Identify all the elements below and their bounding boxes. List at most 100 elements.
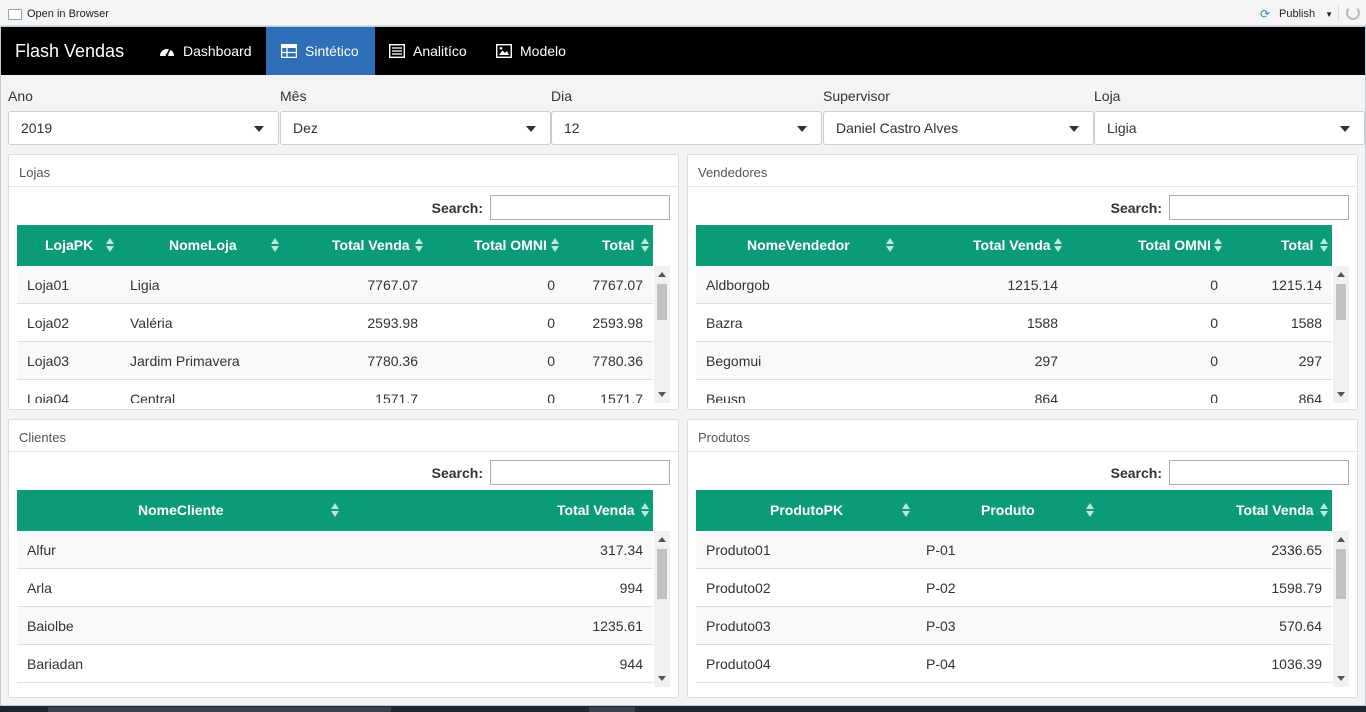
toolbar-divider — [1338, 5, 1339, 21]
brand-title[interactable]: Flash Vendas — [15, 41, 124, 62]
scroll-thumb[interactable] — [1336, 549, 1346, 599]
lojas-search-input[interactable] — [490, 195, 670, 220]
table-row[interactable]: Loja01 Ligia 7767.07 0 7767.07 — [17, 266, 653, 304]
sort-icon[interactable] — [551, 238, 559, 254]
scroll-thumb[interactable] — [1336, 284, 1346, 320]
cell-total-venda: 317.34 — [600, 542, 643, 558]
caret-down-icon — [526, 126, 536, 132]
sort-icon[interactable] — [1086, 503, 1094, 519]
filter-mes-value: Dez — [293, 120, 318, 136]
sort-icon[interactable] — [415, 238, 423, 254]
table-row[interactable]: Bariadan 944 — [17, 645, 653, 683]
sort-icon[interactable] — [641, 238, 649, 254]
col-nomevendedor[interactable]: NomeVendedor — [747, 225, 850, 266]
sort-icon[interactable] — [902, 503, 910, 519]
cell-total-venda: 297 — [1034, 353, 1058, 369]
panel-clientes-title: Clientes — [9, 420, 678, 452]
vendedores-scrollbar[interactable] — [1333, 266, 1349, 403]
scroll-thumb[interactable] — [657, 284, 667, 320]
clientes-search-input[interactable] — [490, 460, 670, 485]
table-row[interactable]: Produto01 P-01 2336.65 — [696, 531, 1332, 569]
tab-modelo-label: Modelo — [520, 43, 566, 59]
tab-analitico[interactable]: Analitíco — [374, 27, 482, 75]
col-total[interactable]: Total — [602, 225, 634, 266]
table-row[interactable]: Produto04 P-04 1036.39 — [696, 645, 1332, 683]
table-row[interactable]: Begomui 297 0 297 — [696, 342, 1332, 380]
table-row[interactable]: Bazra 1588 0 1588 — [696, 304, 1332, 342]
panel-vendedores-title: Vendedores — [688, 155, 1357, 187]
produtos-scrollbar[interactable] — [1333, 531, 1349, 687]
filter-dia-label: Dia — [551, 88, 573, 104]
sort-icon[interactable] — [1054, 238, 1062, 254]
panel-lojas-title: Lojas — [9, 155, 678, 187]
refresh-icon[interactable] — [1346, 6, 1360, 20]
table-header: ProdutoPK Produto Total Venda — [696, 490, 1332, 531]
col-nomeloja[interactable]: NomeLoja — [169, 225, 237, 266]
scroll-up-icon[interactable] — [658, 272, 666, 277]
col-lojapk[interactable]: LojaPK — [45, 225, 93, 266]
cell-produto: P-04 — [926, 656, 956, 672]
table-row[interactable]: Loja03 Jardim Primavera 7780.36 0 7780.3… — [17, 342, 653, 380]
scroll-up-icon[interactable] — [658, 537, 666, 542]
sort-icon[interactable] — [1214, 238, 1222, 254]
filter-loja-select[interactable]: Ligia — [1094, 111, 1365, 145]
col-total-omni[interactable]: Total OMNI — [474, 225, 547, 266]
sort-icon[interactable] — [641, 503, 649, 519]
filter-supervisor-select[interactable]: Daniel Castro Alves — [823, 111, 1094, 145]
scroll-down-icon[interactable] — [1337, 676, 1345, 681]
table-row[interactable]: Beusn 864 0 864 — [696, 380, 1332, 403]
scroll-down-icon[interactable] — [658, 392, 666, 397]
lojas-scrollbar[interactable] — [654, 266, 670, 403]
cell-total: 297 — [1298, 353, 1322, 369]
table-row[interactable]: Aldborgob 1215.14 0 1215.14 — [696, 266, 1332, 304]
table-row[interactable]: Alfur 317.34 — [17, 531, 653, 569]
sort-icon[interactable] — [1320, 503, 1328, 519]
cell-nomeloja: Jardim Primavera — [130, 353, 240, 369]
table-row[interactable]: Produto03 P-03 570.64 — [696, 607, 1332, 645]
scroll-thumb[interactable] — [657, 549, 667, 599]
cell-lojapk: Loja01 — [27, 277, 70, 293]
cell-lojapk: Loja04 — [27, 391, 70, 403]
produtos-search-input[interactable] — [1169, 460, 1349, 485]
scroll-down-icon[interactable] — [1337, 392, 1345, 397]
table-row[interactable]: Baiolbe 1235.61 — [17, 607, 653, 645]
sort-icon[interactable] — [271, 238, 279, 254]
tab-sintetico[interactable]: Sintético — [266, 27, 375, 75]
col-total[interactable]: Total — [1281, 225, 1313, 266]
table-row[interactable]: Loja04 Central 1571.7 0 1571.7 — [17, 380, 653, 403]
vendedores-search-input[interactable] — [1169, 195, 1349, 220]
col-total-venda[interactable]: Total Venda — [332, 225, 410, 266]
tab-dashboard[interactable]: Dashboard — [144, 27, 267, 75]
filter-dia-select[interactable]: 12 — [551, 111, 822, 145]
scroll-up-icon[interactable] — [1337, 537, 1345, 542]
filter-supervisor-value: Daniel Castro Alves — [836, 120, 959, 136]
sort-icon[interactable] — [886, 238, 894, 254]
publish-button[interactable]: ⟳ Publish ▼ — [1260, 8, 1333, 20]
col-total-venda[interactable]: Total Venda — [557, 490, 635, 531]
col-produto[interactable]: Produto — [981, 490, 1035, 531]
filter-supervisor-label: Supervisor — [823, 88, 890, 104]
publish-label: Publish — [1279, 8, 1316, 20]
tab-modelo[interactable]: Modelo — [481, 27, 581, 75]
col-nomecliente[interactable]: NomeCliente — [138, 490, 224, 531]
table-row[interactable]: Loja02 Valéria 2593.98 0 2593.98 — [17, 304, 653, 342]
open-in-browser-button[interactable]: Open in Browser — [8, 8, 109, 20]
col-total-venda[interactable]: Total Venda — [973, 225, 1051, 266]
scroll-down-icon[interactable] — [658, 676, 666, 681]
clientes-scrollbar[interactable] — [654, 531, 670, 687]
col-produtopk[interactable]: ProdutoPK — [770, 490, 843, 531]
col-total-venda[interactable]: Total Venda — [1236, 490, 1314, 531]
cell-lojapk: Loja02 — [27, 315, 70, 331]
cell-nomevendedor: Beusn — [706, 391, 746, 403]
filter-ano-select[interactable]: 2019 — [8, 111, 279, 145]
scroll-up-icon[interactable] — [1337, 272, 1345, 277]
sort-icon[interactable] — [106, 238, 114, 254]
col-total-omni[interactable]: Total OMNI — [1138, 225, 1211, 266]
table-row[interactable]: Produto02 P-02 1598.79 — [696, 569, 1332, 607]
cell-total: 7780.36 — [592, 353, 643, 369]
sort-icon[interactable] — [331, 503, 339, 519]
sort-icon[interactable] — [1320, 238, 1328, 254]
cell-total: 864 — [1298, 391, 1322, 403]
table-row[interactable]: Arla 994 — [17, 569, 653, 607]
filter-mes-select[interactable]: Dez — [280, 111, 551, 145]
